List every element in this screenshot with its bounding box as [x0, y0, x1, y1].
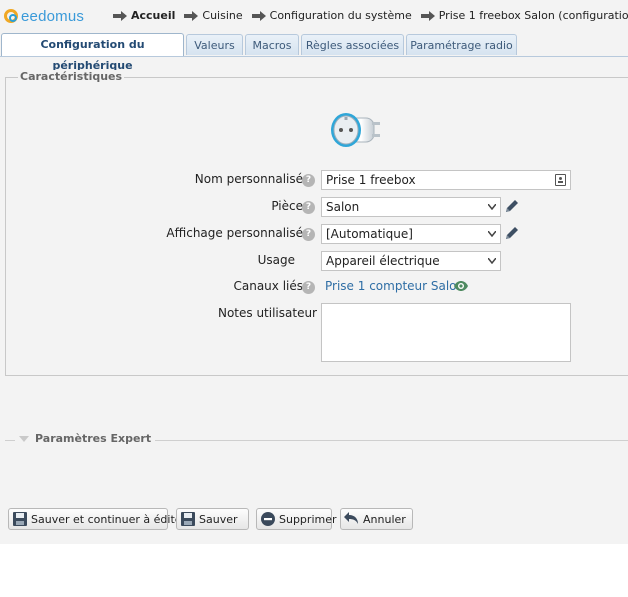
help-icon[interactable]: ? — [302, 174, 315, 187]
arrow-right-icon — [420, 10, 435, 21]
chevron-down-icon — [488, 258, 496, 264]
tab-device-configuration[interactable]: Configuration du périphérique — [1, 33, 184, 72]
floppy-disk-icon — [13, 512, 27, 526]
app-window: eedomus Accueil Cuisine Configuration du… — [0, 0, 628, 544]
tab-radio-settings[interactable]: Paramétrage radio — [406, 34, 517, 55]
room-select[interactable]: Salon — [321, 197, 501, 217]
custom-display-select[interactable]: [Automatique] — [321, 224, 501, 244]
smart-plug-icon — [331, 113, 380, 147]
custom-display-value: [Automatique] — [326, 227, 413, 241]
save-and-continue-label: Sauver et continuer à éditer — [31, 512, 187, 526]
cancel-label: Annuler — [363, 512, 406, 526]
help-icon[interactable]: ? — [302, 228, 315, 241]
save-button[interactable]: Sauver — [176, 508, 249, 530]
breadcrumb-item-home[interactable]: Accueil — [113, 9, 175, 22]
arrow-right-icon — [113, 10, 127, 21]
device-name-value: Prise 1 freebox — [326, 173, 416, 187]
usage-label: Usage — [257, 253, 295, 267]
logo-text: eedomus — [21, 7, 85, 25]
floppy-disk-icon — [181, 512, 195, 526]
room-label: Pièce — [271, 199, 303, 213]
triangle-down-icon — [19, 435, 29, 442]
usage-value: Appareil électrique — [326, 254, 440, 268]
tab-macros[interactable]: Macros — [245, 34, 299, 55]
chevron-down-icon — [488, 204, 496, 210]
eedomus-logo[interactable]: eedomus — [4, 6, 84, 26]
breadcrumb-item-current: Prise 1 freebox Salon (configuration) — [420, 9, 628, 22]
divider — [146, 440, 628, 441]
breadcrumb-item-kitchen[interactable]: Cuisine — [184, 9, 243, 22]
contact-card-icon[interactable] — [555, 174, 566, 186]
edit-pencil-icon[interactable] — [504, 198, 520, 214]
top-bar: eedomus Accueil Cuisine Configuration du… — [0, 0, 628, 32]
tab-associated-rules[interactable]: Règles associées — [301, 34, 404, 55]
device-name-input[interactable]: Prise 1 freebox — [321, 170, 571, 190]
logo-icon — [4, 9, 18, 23]
usage-select[interactable]: Appareil électrique — [321, 251, 501, 271]
minus-circle-icon — [261, 512, 275, 526]
tab-bar: Configuration du périphérique Valeurs Ma… — [0, 32, 628, 72]
name-label: Nom personnalisé — [194, 172, 303, 186]
arrow-right-icon — [184, 10, 199, 21]
display-label: Affichage personnalisé — [166, 226, 303, 240]
delete-label: Supprimer — [279, 512, 337, 526]
linked-channels-label: Canaux liés — [233, 279, 303, 293]
characteristics-panel: Caractéristiques Nom personnalisé Pièce … — [5, 70, 628, 376]
breadcrumb: Accueil Cuisine Configuration du système… — [113, 9, 628, 22]
help-icon[interactable]: ? — [302, 201, 315, 214]
cancel-button[interactable]: Annuler — [340, 508, 413, 530]
save-label: Sauver — [199, 512, 238, 526]
arrow-right-icon — [251, 10, 266, 21]
expert-parameters-toggle[interactable]: Paramètres Expert — [19, 432, 156, 445]
breadcrumb-item-system-config[interactable]: Configuration du système — [251, 9, 412, 22]
help-icon[interactable]: ? — [302, 281, 315, 294]
save-and-continue-button[interactable]: Sauver et continuer à éditer — [8, 508, 186, 530]
characteristics-legend: Caractéristiques — [18, 70, 125, 83]
delete-button[interactable]: Supprimer — [256, 508, 337, 530]
linked-channel-link[interactable]: Prise 1 compteur Salon — [325, 279, 464, 293]
room-value: Salon — [326, 200, 360, 214]
tab-values[interactable]: Valeurs — [186, 34, 243, 55]
edit-pencil-icon[interactable] — [504, 225, 520, 241]
divider — [5, 440, 15, 441]
notes-label: Notes utilisateur — [217, 306, 317, 320]
user-notes-textarea[interactable] — [321, 303, 571, 362]
expert-parameters-label: Paramètres Expert — [35, 432, 152, 445]
undo-arrow-icon — [344, 512, 358, 524]
chevron-down-icon — [488, 231, 496, 237]
eye-icon[interactable] — [453, 280, 469, 292]
